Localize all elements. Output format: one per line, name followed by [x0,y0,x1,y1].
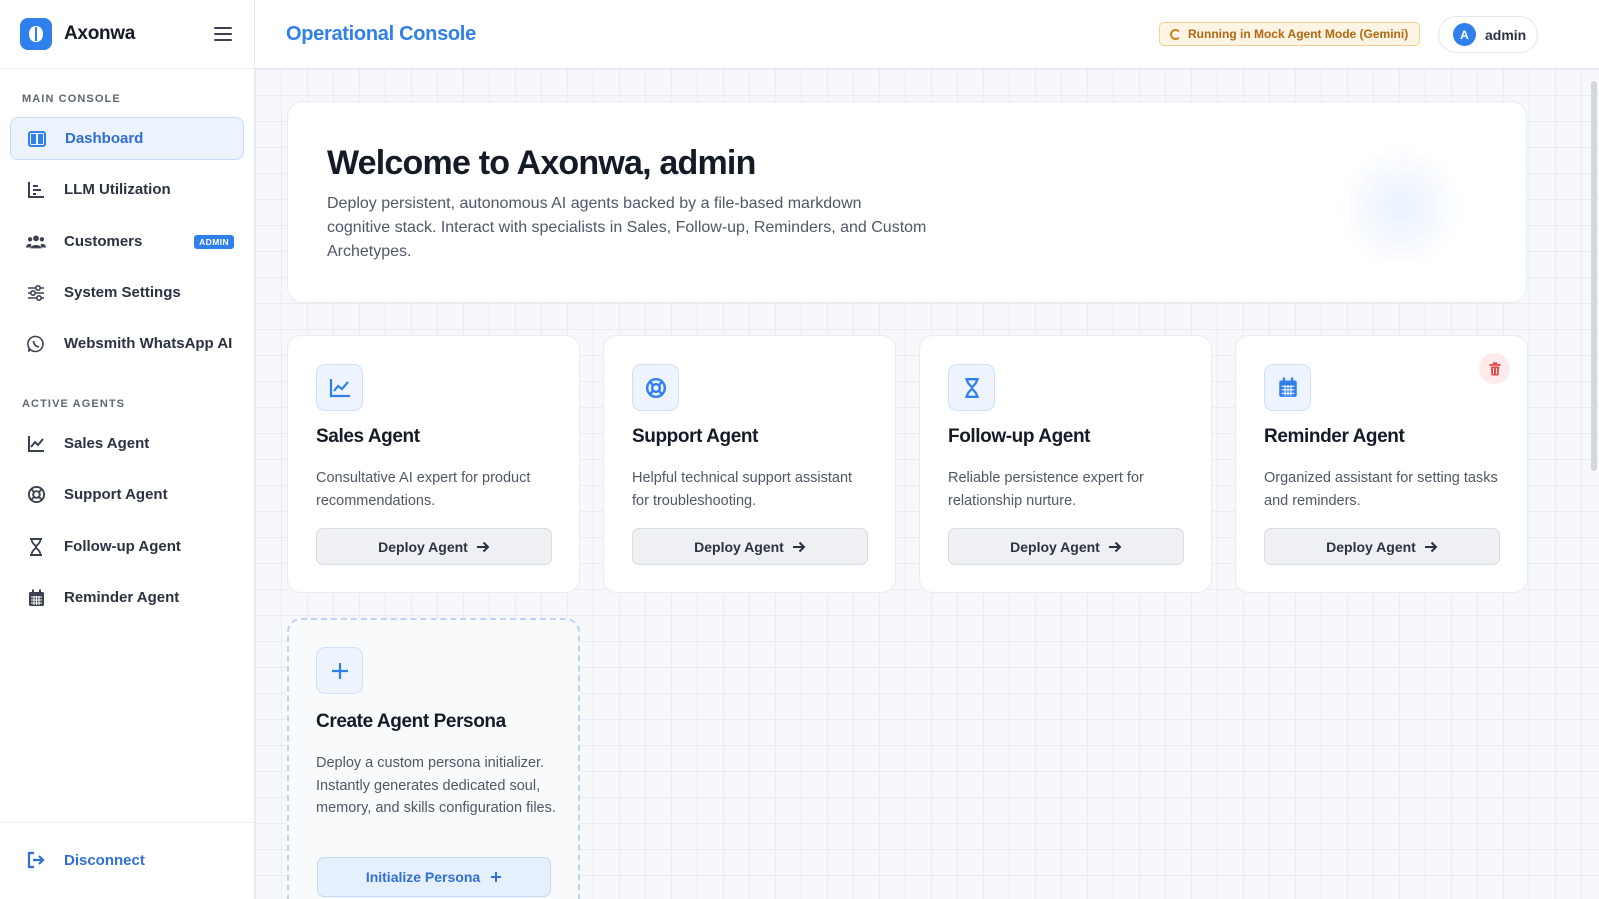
loading-spinner-icon [1170,28,1181,40]
sidebar-item-reminder-agent[interactable]: Reminder Agent [10,576,244,619]
hero-title: Welcome to Axonwa, admin [327,144,756,182]
sidebar-item-customers[interactable]: Customers ADMIN [10,220,244,263]
sidebar-item-support-agent[interactable]: Support Agent [10,473,244,516]
avatar: A [1453,23,1476,46]
sidebar-item-label: LLM Utilization [64,181,171,198]
admin-badge: ADMIN [194,234,234,249]
sidebar: Axonwa MAIN CONSOLE Dashboard LLM Utiliz… [0,0,255,899]
card-title: Create Agent Persona [316,711,506,732]
card-title: Sales Agent [316,426,420,447]
line-chart-icon [316,364,363,411]
sidebar-item-label: Follow-up Agent [64,538,181,555]
users-icon [26,232,46,252]
arrow-right-icon [1108,541,1122,553]
sidebar-item-label: System Settings [64,284,181,301]
brand-name: Axonwa [64,23,136,44]
arrow-right-icon [476,541,490,553]
top-header: Operational Console Running in Mock Agen… [255,0,1599,69]
sliders-icon [26,283,46,303]
bar-chart-icon [26,180,46,200]
hero-description: Deploy persistent, autonomous AI agents … [327,195,927,260]
user-menu-button[interactable]: A admin [1438,16,1538,53]
lifebuoy-icon [632,364,679,411]
mode-status-badge: Running in Mock Agent Mode (Gemini) [1159,22,1421,46]
sidebar-item-sales-agent[interactable]: Sales Agent [10,422,244,465]
card-title: Reminder Agent [1264,426,1405,447]
sidebar-item-label: Dashboard [65,130,144,147]
delete-agent-button[interactable] [1479,353,1510,384]
sidebar-footer: Disconnect [0,822,254,899]
calendar-icon [1264,364,1311,411]
sidebar-item-label: Reminder Agent [64,589,180,606]
main-console-label: MAIN CONSOLE [22,93,121,105]
card-description: Deploy a custom persona initializer. Ins… [316,755,556,816]
hourglass-icon [26,537,46,557]
mode-status-text: Running in Mock Agent Mode (Gemini) [1188,27,1409,41]
agent-card-support: Support Agent Helpful technical support … [603,335,896,593]
arrow-right-icon [792,541,806,553]
arrow-right-icon [1424,541,1438,553]
button-label: Deploy Agent [1326,538,1416,555]
card-description: Organized assistant for setting tasks an… [1264,470,1498,509]
sidebar-item-label: Sales Agent [64,435,150,452]
line-chart-icon [26,434,46,454]
welcome-hero: Welcome to Axonwa, admin Deploy persiste… [287,101,1527,303]
card-description: Reliable persistence expert for relation… [948,470,1144,509]
page-title: Operational Console [286,22,476,45]
card-description: Helpful technical support assistant for … [632,470,853,509]
deploy-reminder-agent-button[interactable]: Deploy Agent [1264,528,1500,565]
plus-icon [490,871,502,883]
button-label: Deploy Agent [1010,538,1100,555]
user-name: admin [1485,26,1527,43]
deploy-support-agent-button[interactable]: Deploy Agent [632,528,868,565]
calendar-icon [26,588,46,608]
sidebar-item-label: Support Agent [64,486,168,503]
create-agent-persona-card: Create Agent Persona Deploy a custom per… [287,618,580,899]
layout-icon [27,129,47,149]
hero-decoration [1336,142,1466,272]
agent-card-follow-up: Follow-up Agent Reliable persistence exp… [919,335,1212,593]
whatsapp-icon [26,334,46,354]
card-description: Consultative AI expert for product recom… [316,470,531,509]
initialize-persona-button[interactable]: Initialize Persona [317,857,551,897]
agent-card-sales: Sales Agent Consultative AI expert for p… [287,335,580,593]
sidebar-item-follow-up-agent[interactable]: Follow-up Agent [10,525,244,568]
lifebuoy-icon [26,485,46,505]
sidebar-item-system-settings[interactable]: System Settings [10,271,244,314]
brand-bar: Axonwa [0,0,254,69]
plus-icon [316,647,363,694]
disconnect-button[interactable]: Disconnect [26,850,145,870]
menu-toggle-icon[interactable] [212,25,234,43]
main-scrollbar[interactable] [1591,81,1597,471]
trash-icon [1489,361,1501,376]
deploy-follow-up-agent-button[interactable]: Deploy Agent [948,528,1184,565]
logout-icon [26,850,46,870]
active-agents-label: ACTIVE AGENTS [22,398,126,410]
button-label: Deploy Agent [694,538,784,555]
deploy-sales-agent-button[interactable]: Deploy Agent [316,528,552,565]
sidebar-item-label: Websmith WhatsApp AI [64,335,233,352]
hourglass-icon [948,364,995,411]
disconnect-label: Disconnect [64,851,145,869]
sidebar-item-websmith-whatsapp[interactable]: Websmith WhatsApp AI [10,322,244,365]
sidebar-item-dashboard[interactable]: Dashboard [10,117,244,160]
button-label: Deploy Agent [378,538,468,555]
main-content: Welcome to Axonwa, admin Deploy persiste… [255,69,1599,899]
button-label: Initialize Persona [365,869,481,885]
card-title: Support Agent [632,426,759,447]
sidebar-item-label: Customers [64,233,143,250]
brand-logo-icon [20,18,52,50]
sidebar-item-llm-utilization[interactable]: LLM Utilization [10,168,244,211]
agent-card-reminder: Reminder Agent Organized assistant for s… [1235,335,1528,593]
card-title: Follow-up Agent [948,426,1091,447]
